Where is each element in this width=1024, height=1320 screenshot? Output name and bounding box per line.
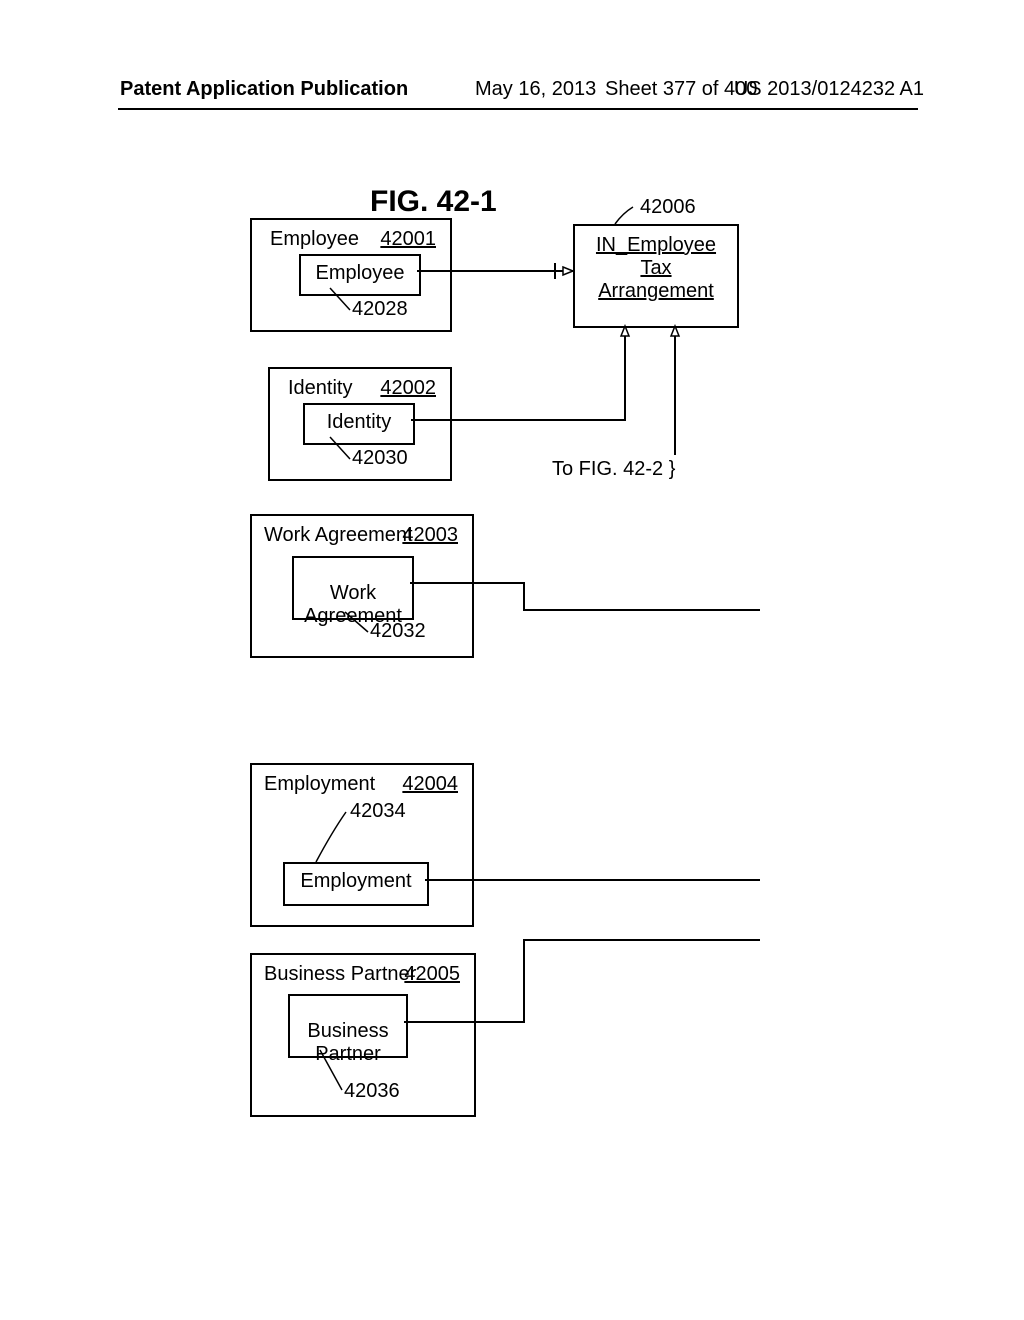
block-in-employee-tax: IN_Employee Tax Arrangement — [573, 224, 739, 328]
ref-42034: 42034 — [350, 800, 406, 823]
ref-42028: 42028 — [352, 298, 408, 321]
block-identity-inner: Identity — [303, 403, 415, 445]
header-pubno: US 2013/0124232 A1 — [734, 78, 924, 101]
ref-42032: 42032 — [370, 620, 426, 643]
page: Patent Application Publication May 16, 2… — [0, 0, 1024, 1320]
block-identity-id: 42002 — [380, 377, 436, 400]
block-employment-title: Employment — [264, 773, 375, 796]
block-employment-inner: Employment — [283, 862, 429, 906]
block-work-agreement-id: 42003 — [402, 524, 458, 547]
ref-42030: 42030 — [352, 447, 408, 470]
block-employee-title: Employee — [270, 228, 359, 251]
figure-title: FIG. 42-1 — [370, 185, 497, 219]
block-work-agreement-inner: Work Agreement — [292, 556, 414, 620]
block-business-partner-id: 42005 — [404, 963, 460, 986]
ref-42036: 42036 — [344, 1080, 400, 1103]
block-business-partner-inner: Business Partner — [288, 994, 408, 1058]
block-business-partner-title: Business Partner — [264, 963, 416, 986]
block-business-partner-inner-label: Business Partner — [307, 1020, 388, 1065]
block-identity-title: Identity — [288, 377, 352, 400]
block-employment-inner-label: Employment — [300, 870, 411, 892]
header-publication: Patent Application Publication — [120, 78, 408, 101]
block-in-employee-tax-title: IN_Employee Tax Arrangement — [575, 234, 737, 303]
cross-ref: To FIG. 42-2 } — [552, 458, 675, 481]
header-date: May 16, 2013 — [475, 78, 596, 101]
ref-42006: 42006 — [640, 196, 696, 219]
leader-42006 — [615, 207, 633, 224]
header-rule — [118, 108, 918, 110]
block-work-agreement-title: Work Agreement — [264, 524, 413, 547]
block-employment-id: 42004 — [402, 773, 458, 796]
block-employee-inner-label: Employee — [316, 262, 405, 284]
connector-overlay — [0, 0, 1024, 1320]
block-employee-id: 42001 — [380, 228, 436, 251]
block-identity-inner-label: Identity — [327, 411, 391, 433]
block-employee-inner: Employee — [299, 254, 421, 296]
